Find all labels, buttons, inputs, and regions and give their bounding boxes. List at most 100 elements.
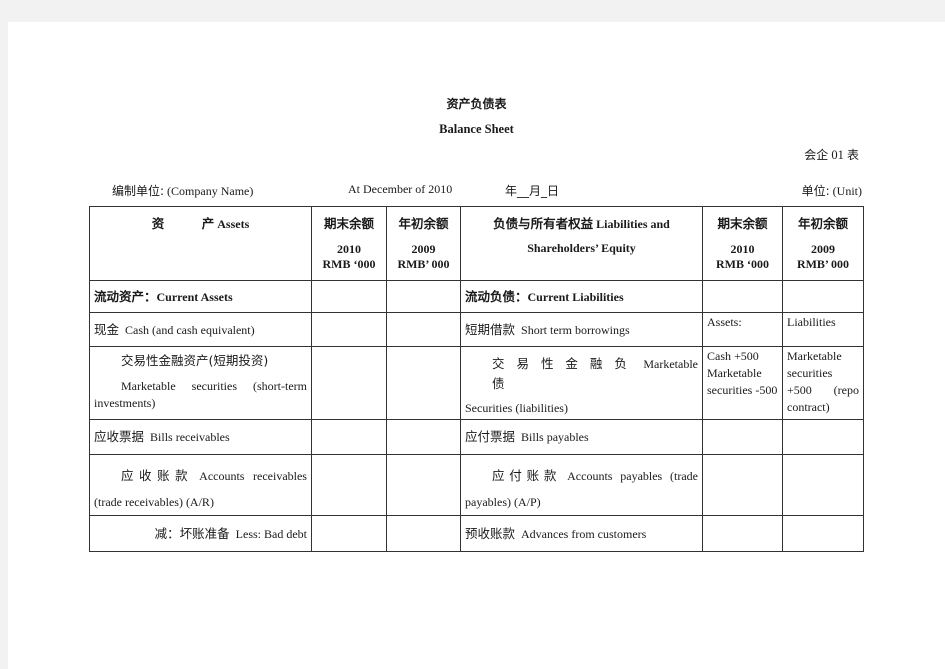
liab-cn: 短期借款: [465, 321, 516, 337]
header-end-currency: RMB ‘000: [716, 257, 769, 271]
header-end-balance-liab: 期末余额 2010 RMB ‘000: [702, 206, 783, 281]
liab-begin-value[interactable]: [782, 419, 864, 455]
liab-cn: 交 易 性 金 融 负 债: [492, 356, 631, 391]
liab-begin-value[interactable]: Marketable securities +500 (repo contrac…: [782, 346, 864, 420]
asset-end-value[interactable]: [311, 454, 387, 516]
form-code-prefix: 会企: [804, 148, 829, 162]
liab-en: Bills payables: [521, 430, 589, 444]
balance-sheet-table: 资 产 Assets 期末余额 2010 RMB ‘000 年初余额 2009 …: [89, 206, 864, 552]
cell-empty[interactable]: [702, 280, 783, 313]
header-liabilities-cn: 负债与所有者权益: [493, 216, 594, 231]
header-end-year: 2010: [337, 242, 361, 256]
asset-end-value[interactable]: [311, 312, 387, 347]
table-row: 应收票据 Bills receivables 应付票据 Bills payables: [89, 419, 864, 455]
asset-begin-value[interactable]: [386, 419, 461, 455]
document-page: 资产负债表 Balance Sheet 会企 01 表 编制单位: (Compa…: [8, 22, 945, 669]
title-english: Balance Sheet: [439, 122, 514, 136]
date-cn: 年__月_日: [505, 184, 560, 198]
liab-end-value[interactable]: [702, 454, 783, 516]
section-row: 流动资产：Current Assets 流动负债：Current Liabili…: [89, 280, 864, 313]
header-begin-year: 2009: [411, 242, 436, 256]
asset-cn: 减：坏账准备: [154, 525, 230, 541]
header-assets-en: Assets: [217, 217, 250, 231]
form-code-suffix: 表: [846, 148, 859, 162]
header-begin-currency: RMB’ 000: [796, 257, 850, 271]
cell-empty[interactable]: [782, 280, 864, 313]
cell-empty[interactable]: [311, 280, 387, 313]
liab-cn: 应付票据: [465, 429, 516, 444]
header-row: 资 产 Assets 期末余额 2010 RMB ‘000 年初余额 2009 …: [89, 206, 864, 281]
liab-end-value[interactable]: [702, 419, 783, 455]
asset-begin-value[interactable]: [386, 454, 461, 516]
liab-item-short-term-borrowings: 短期借款 Short term borrowings: [460, 312, 703, 347]
meta-row: 编制单位: (Company Name) At December of 2010…: [8, 182, 945, 200]
header-end-balance-label: 期末余额: [717, 216, 768, 231]
asset-cn: 应收票据: [94, 429, 145, 444]
liab-cn: 应付账款: [492, 468, 562, 483]
table-row: 现金 Cash (and cash equivalent) 短期借款 Short t…: [89, 312, 864, 347]
asset-item-bad-debt: 减：坏账准备 Less: Bad debt: [89, 515, 312, 552]
asset-end-value[interactable]: [311, 346, 387, 420]
asset-item-cash: 现金 Cash (and cash equivalent): [89, 312, 312, 347]
section-current-assets: 流动资产：Current Assets: [89, 280, 312, 313]
asset-en: Bills receivables: [150, 430, 230, 444]
header-begin-year: 2009: [811, 242, 835, 256]
header-assets-cn: 资 产: [151, 216, 215, 231]
date-en: At December of 2010: [348, 182, 453, 196]
header-end-year: 2010: [730, 242, 755, 256]
header-begin-balance-label: 年初余额: [797, 216, 848, 231]
asset-cn: 交易性金融资产(短期投资): [121, 353, 269, 368]
asset-end-value[interactable]: [311, 419, 387, 455]
asset-cn: 现金: [94, 321, 120, 337]
asset-en: Cash (and cash equivalent): [125, 322, 255, 337]
header-assets: 资 产 Assets: [89, 206, 312, 281]
cell-empty[interactable]: [386, 280, 461, 313]
table-row: 应收账款 Accounts receivables (trade receivab…: [89, 454, 864, 516]
liab-en-part1: Marketable: [643, 357, 698, 371]
company-field: 编制单位: (Company Name): [112, 182, 253, 199]
liab-item-advances-from-customers: 预收账款 Advances from customers: [460, 515, 703, 552]
header-liabilities-en-1: Liabilities and: [596, 217, 670, 231]
form-code: 会企 01 表: [804, 146, 859, 163]
company-label-cn: 编制单位:: [112, 184, 165, 198]
header-begin-currency: RMB’ 000: [397, 257, 450, 271]
header-begin-balance-label: 年初余额: [398, 216, 449, 231]
asset-en: Less: Bad debt: [235, 526, 307, 541]
header-liabilities-en-2: Shareholders’ Equity: [527, 241, 636, 255]
table-row: 减：坏账准备 Less: Bad debt 预收账款 Advances from c…: [89, 515, 864, 552]
asset-item-accounts-receivables: 应收账款 Accounts receivables (trade receivab…: [89, 454, 312, 516]
liab-item-bills-payables: 应付票据 Bills payables: [460, 419, 703, 455]
header-begin-balance-liab: 年初余额 2009 RMB’ 000: [782, 206, 864, 281]
liab-cn: 预收账款: [465, 525, 516, 541]
unit-label-cn: 单位:: [801, 184, 830, 198]
liab-end-value[interactable]: Cash +500 Marketable securities -500: [702, 346, 783, 420]
asset-begin-value[interactable]: [386, 346, 461, 420]
title-chinese: 资产负债表: [446, 97, 507, 111]
section-current-assets-cn: 流动资产：: [94, 288, 157, 304]
section-current-liabilities: 流动负债：Current Liabilities: [460, 280, 703, 313]
form-code-number: 01: [831, 148, 844, 162]
header-begin-balance-assets: 年初余额 2009 RMB’ 000: [386, 206, 461, 281]
liab-end-value[interactable]: [702, 515, 783, 552]
asset-item-marketable-securities: 交易性金融资产(短期投资) Marketable securities (sho…: [89, 346, 312, 420]
liab-en: Advances from customers: [521, 526, 647, 541]
liab-begin-value[interactable]: [782, 454, 864, 516]
liab-item-marketable-securities: 交 易 性 金 融 负 债 Marketable Securities (lia…: [460, 346, 703, 420]
asset-begin-value[interactable]: [386, 312, 461, 347]
liab-begin-value[interactable]: Liabilities: [782, 312, 864, 347]
header-end-currency: RMB ‘000: [322, 257, 376, 271]
liab-begin-value[interactable]: [782, 515, 864, 552]
asset-begin-value[interactable]: [386, 515, 461, 552]
header-end-balance-assets: 期末余额 2010 RMB ‘000: [311, 206, 387, 281]
asset-end-value[interactable]: [311, 515, 387, 552]
company-label-en: (Company Name): [167, 184, 254, 198]
header-liabilities: 负债与所有者权益 Liabilities and Shareholders’ E…: [460, 206, 703, 281]
table-row: 交易性金融资产(短期投资) Marketable securities (sho…: [89, 346, 864, 420]
liab-en-part2: Securities (liabilities): [465, 401, 568, 415]
header-end-balance-label: 期末余额: [323, 216, 374, 231]
section-current-liab-en: Current Liabilities: [527, 289, 624, 304]
liab-end-value[interactable]: Assets:: [702, 312, 783, 347]
unit-field: 单位: (Unit): [802, 182, 862, 199]
section-current-assets-en: Current Assets: [156, 289, 233, 304]
liab-item-accounts-payables: 应付账款 Accounts payables (trade payables) (…: [460, 454, 703, 516]
